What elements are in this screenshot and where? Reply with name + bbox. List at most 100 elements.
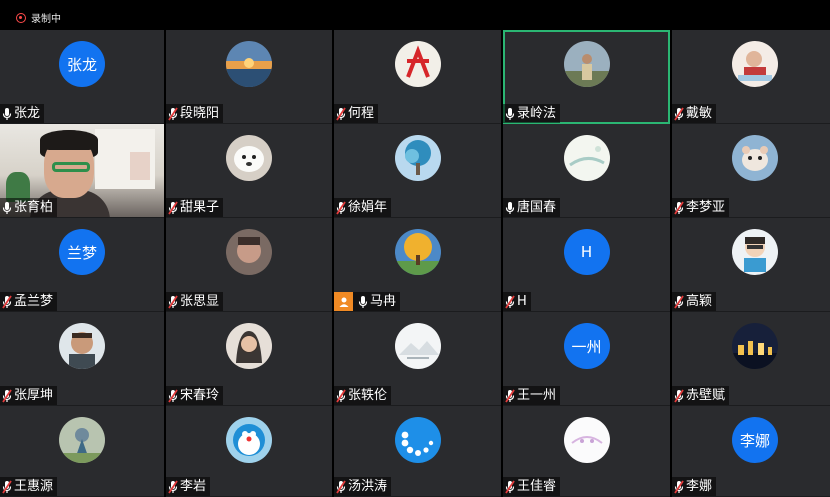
participant-name: 汤洪涛 — [348, 479, 388, 494]
participant-tile[interactable]: 兰梦 孟兰梦 — [0, 218, 164, 312]
mic-muted-icon — [168, 480, 178, 494]
participant-name: 高颖 — [686, 294, 713, 309]
participant-name: 张育柏 — [14, 200, 54, 215]
participant-grid: 张龙 张龙段晓阳 何程 录岭法 戴敏张育柏 甜果子 徐娟年 唐国春 李梦亚兰梦 孟兰梦 张思显 马冉 H… — [0, 30, 830, 497]
participant-tile[interactable]: 张思显 — [166, 218, 332, 312]
participant-name-label: 赤壁赋 — [672, 386, 730, 405]
mic-muted-icon — [168, 295, 178, 309]
participant-tile[interactable]: 王惠源 — [0, 406, 164, 497]
avatar — [226, 417, 272, 463]
participant-tile[interactable]: 徐娟年 — [334, 124, 501, 218]
participant-name: 李娜 — [686, 479, 713, 494]
participant-tile[interactable]: 张厚坤 — [0, 312, 164, 406]
participant-name-label: 王一州 — [503, 386, 561, 405]
participant-tile[interactable]: 段晓阳 — [166, 30, 332, 124]
participant-tile[interactable]: 录岭法 — [503, 30, 670, 124]
participant-name: 段晓阳 — [180, 106, 220, 121]
participant-name-label: H — [503, 292, 531, 311]
participant-tile[interactable]: 甜果子 — [166, 124, 332, 218]
mic-icon — [505, 107, 515, 121]
participant-name-label: 李梦亚 — [672, 198, 730, 217]
participant-tile[interactable]: 李梦亚 — [672, 124, 830, 218]
participant-tile[interactable]: 唐国春 — [503, 124, 670, 218]
participant-name: 徐娟年 — [348, 200, 388, 215]
mic-muted-icon — [336, 480, 346, 494]
mic-muted-icon — [505, 389, 515, 403]
participant-name: 赤壁赋 — [686, 388, 726, 403]
participant-name-label: 张轶伦 — [334, 386, 392, 405]
mic-muted-icon — [505, 480, 515, 494]
mic-muted-icon — [674, 295, 684, 309]
participant-name-label: 录岭法 — [503, 104, 561, 123]
top-bar — [0, 0, 830, 30]
participant-tile[interactable]: 宋春玲 — [166, 312, 332, 406]
recording-label: 录制中 — [31, 14, 61, 25]
avatar — [394, 417, 441, 463]
participant-name: 张厚坤 — [14, 388, 54, 403]
participant-name-label: 王佳睿 — [503, 477, 561, 496]
participant-name-label: 马冉 — [334, 292, 401, 311]
participant-name: 戴敏 — [686, 106, 713, 121]
mic-muted-icon — [336, 389, 346, 403]
participant-name: H — [517, 294, 527, 309]
mic-muted-icon — [2, 295, 12, 309]
participant-tile[interactable]: 何程 — [334, 30, 501, 124]
participant-name-label: 李岩 — [166, 477, 211, 496]
mic-muted-icon — [336, 201, 346, 215]
participant-name: 王惠源 — [14, 479, 54, 494]
participant-tile[interactable]: 一州 王一州 — [503, 312, 670, 406]
participant-tile[interactable]: 张轶伦 — [334, 312, 501, 406]
participant-tile[interactable]: 戴敏 — [672, 30, 830, 124]
mic-muted-icon — [336, 107, 346, 121]
participant-tile[interactable]: 张育柏 — [0, 124, 164, 218]
mic-muted-icon — [674, 201, 684, 215]
avatar: 李娜 — [732, 417, 778, 463]
avatar — [394, 229, 441, 275]
participant-name: 宋春玲 — [180, 388, 220, 403]
participant-tile[interactable]: 马冉 — [334, 218, 501, 312]
avatar — [563, 135, 610, 181]
avatar — [59, 323, 105, 369]
participant-tile[interactable]: 汤洪涛 — [334, 406, 501, 497]
participant-name: 张轶伦 — [348, 388, 388, 403]
participant-tile[interactable]: 高颖 — [672, 218, 830, 312]
mic-muted-icon — [505, 295, 515, 309]
participant-name-label: 王惠源 — [0, 477, 58, 496]
participant-name-label: 张思显 — [166, 292, 224, 311]
host-icon — [334, 292, 353, 311]
recording-indicator[interactable]: 录制中 — [16, 10, 61, 25]
mic-muted-icon — [674, 389, 684, 403]
participant-name: 马冉 — [370, 294, 397, 309]
participant-tile[interactable]: 李岩 — [166, 406, 332, 497]
participant-tile[interactable]: HH — [503, 218, 670, 312]
mic-muted-icon — [168, 389, 178, 403]
avatar — [732, 135, 778, 181]
avatar: 张龙 — [59, 41, 105, 87]
participant-tile[interactable]: 赤壁赋 — [672, 312, 830, 406]
participant-tile[interactable]: 王佳睿 — [503, 406, 670, 497]
participant-name-label: 何程 — [334, 104, 379, 123]
mic-muted-icon — [2, 389, 12, 403]
avatar — [226, 323, 272, 369]
participant-name: 唐国春 — [517, 200, 557, 215]
avatar — [563, 417, 610, 463]
participant-name-label: 汤洪涛 — [334, 477, 392, 496]
participant-name: 孟兰梦 — [14, 294, 54, 309]
avatar — [226, 135, 272, 181]
avatar: 一州 — [563, 323, 610, 369]
avatar — [394, 323, 441, 369]
avatar — [394, 135, 441, 181]
participant-name-label: 戴敏 — [672, 104, 717, 123]
avatar: H — [563, 229, 610, 275]
avatar — [732, 41, 778, 87]
participant-name: 何程 — [348, 106, 375, 121]
participant-name-label: 甜果子 — [166, 198, 224, 217]
participant-tile[interactable]: 张龙 张龙 — [0, 30, 164, 124]
avatar — [59, 417, 105, 463]
participant-tile[interactable]: 李娜 李娜 — [672, 406, 830, 497]
participant-name: 李岩 — [180, 479, 207, 494]
recording-dot-icon — [16, 12, 26, 23]
avatar — [226, 229, 272, 275]
mic-icon — [2, 201, 12, 215]
participant-name-label: 张育柏 — [0, 198, 58, 217]
